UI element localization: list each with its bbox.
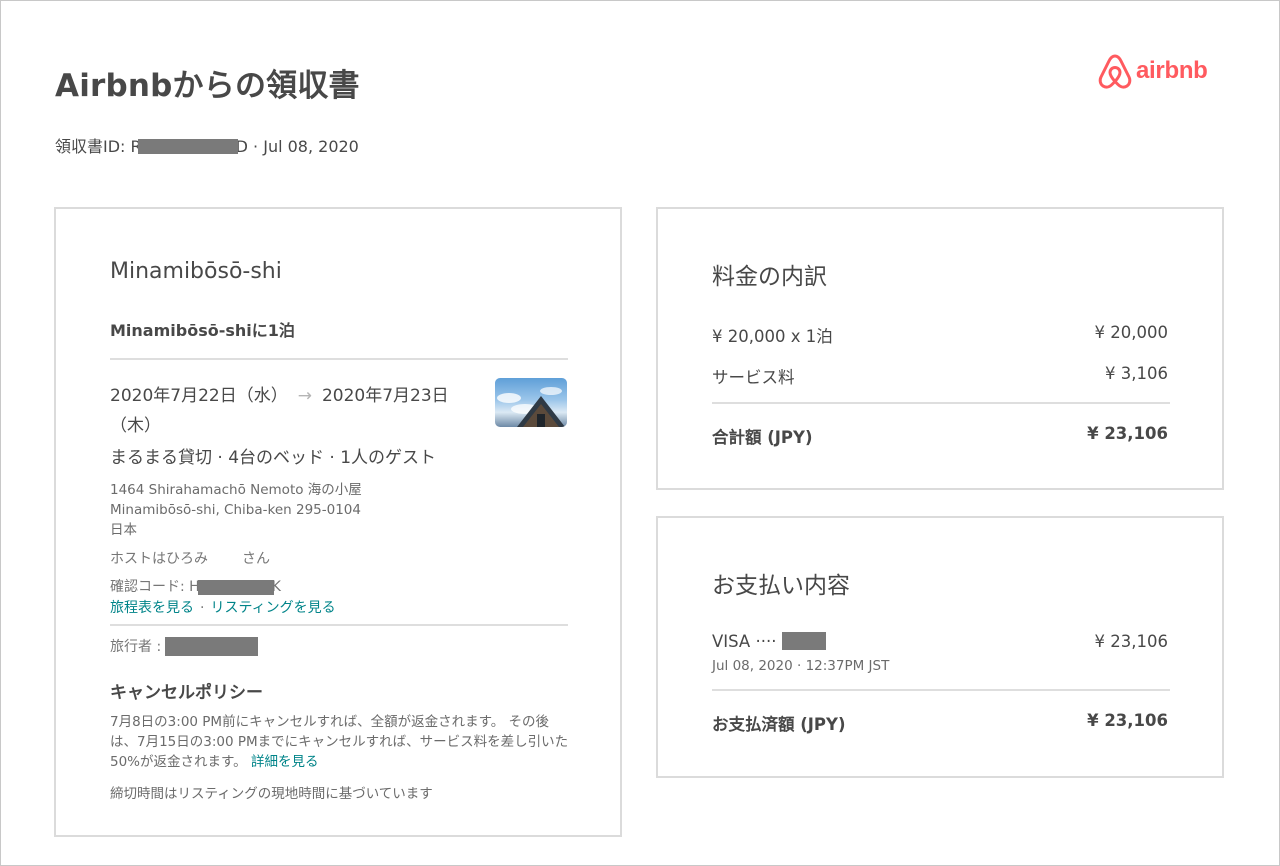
airbnb-logo[interactable]: airbnb: [1098, 52, 1208, 90]
card-label: VISA ····: [712, 632, 777, 651]
traveler-label: 旅行者 :: [110, 639, 162, 655]
redacted-block: [197, 579, 274, 595]
price-card: 料金の内訳 ¥ 20,000 x 1泊 ¥ 20,000 サービス料 ¥ 3,1…: [656, 207, 1224, 490]
price-title: 料金の内訳: [712, 264, 827, 290]
total-label: 合計額 (JPY): [712, 428, 813, 447]
address-line: 1464 Shirahamachō Nemoto 海の小屋: [110, 482, 362, 498]
paid-amount: ¥ 23,106: [1087, 711, 1168, 730]
price-row-amount: ¥ 20,000: [1094, 323, 1168, 342]
confirmation-code: 確認コード: H K: [110, 576, 281, 596]
date-from: 2020年7月22日（水）: [110, 386, 288, 406]
price-row-label: サービス料: [712, 368, 795, 387]
arrow-right-icon: →: [297, 386, 312, 406]
payment-timestamp: Jul 08, 2020 · 12:37PM JST: [712, 658, 890, 674]
link-separator: ·: [200, 600, 205, 616]
trip-city: Minamibōsō-shi: [110, 259, 282, 284]
payment-card: お支払い内容 VISA ···· ¥ 23,106 Jul 08, 2020 ·…: [656, 516, 1224, 778]
receipt-id: 領収書ID: R D · Jul 08, 2020: [55, 133, 359, 157]
cancel-policy-body: 7月8日の3:00 PM前にキャンセルすれば、全額が返金されます。 その後は、7…: [110, 714, 569, 770]
divider: [110, 358, 568, 360]
logo-text: airbnb: [1136, 57, 1208, 84]
trip-dates: 2020年7月22日（水） → 2020年7月23日（木）: [110, 381, 470, 441]
payment-title: お支払い内容: [712, 573, 850, 599]
confirm-prefix: 確認コード: H: [110, 579, 200, 595]
divider: [712, 689, 1170, 691]
redacted-block: [137, 139, 238, 154]
card-amount: ¥ 23,106: [1094, 632, 1168, 651]
page-title: Airbnbからの領収書: [55, 68, 360, 104]
airbnb-belo-icon: [1098, 54, 1132, 89]
cancel-policy-text: 7月8日の3:00 PM前にキャンセルすれば、全額が返金されます。 その後は、7…: [110, 712, 570, 772]
listing-thumbnail[interactable]: [495, 378, 567, 427]
room-summary: まるまる貸切 · 4台のベッド · 1人のゲスト: [110, 448, 437, 468]
total-amount: ¥ 23,106: [1087, 424, 1168, 443]
listing-link[interactable]: リスティングを見る: [210, 600, 335, 616]
paid-label: お支払済額 (JPY): [712, 715, 846, 734]
trip-card: Minamibōsō-shi Minamibōsō-shiに1泊 2020年7月…: [54, 207, 622, 837]
receipt-id-prefix: 領収書ID: R: [55, 137, 142, 156]
redacted-block: [165, 636, 259, 656]
price-row-label: ¥ 20,000 x 1泊: [712, 327, 833, 346]
price-row-amount: ¥ 3,106: [1105, 364, 1168, 383]
trip-links: 旅程表を見る · リスティングを見る: [110, 597, 336, 617]
divider: [110, 624, 568, 626]
cancel-policy-title: キャンセルポリシー: [110, 683, 263, 703]
deadline-note: 締切時間はリスティングの現地時間に基づいています: [110, 786, 433, 802]
divider: [712, 402, 1170, 404]
confirm-suffix: K: [271, 579, 281, 595]
address-line: Minamibōsō-shi, Chiba-ken 295-0104: [110, 502, 361, 518]
policy-details-link[interactable]: 詳細を見る: [251, 754, 319, 770]
card-line: VISA ····: [712, 631, 827, 652]
itinerary-link[interactable]: 旅程表を見る: [110, 600, 194, 616]
house-image-icon: [497, 387, 565, 427]
trip-nights: Minamibōsō-shiに1泊: [110, 321, 295, 340]
host-prefix: ホストはひろみ: [110, 551, 208, 567]
traveler-line: 旅行者 :: [110, 636, 259, 657]
address: 1464 Shirahamachō Nemoto 海の小屋 Minamibōsō…: [110, 480, 362, 540]
address-line: 日本: [110, 522, 137, 538]
host-line: ホストはひろみ さん: [110, 548, 270, 568]
receipt-id-suffix: D · Jul 08, 2020: [235, 137, 359, 156]
redacted-block: [782, 631, 827, 650]
host-suffix: さん: [242, 551, 270, 567]
